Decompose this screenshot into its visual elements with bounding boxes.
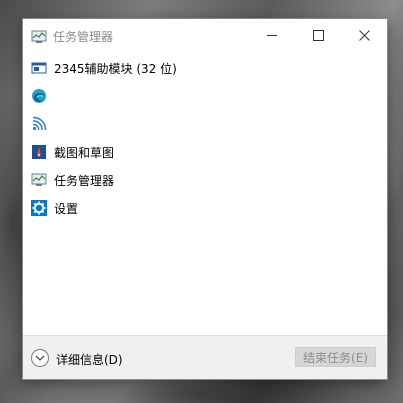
end-task-button[interactable]: 结束任务(E)	[295, 347, 376, 367]
list-item-snip-sketch[interactable]: 截图和草图	[23, 138, 387, 166]
maximize-icon	[312, 30, 324, 41]
2345-module-icon	[31, 60, 47, 76]
maximize-button[interactable]	[295, 19, 341, 51]
close-button[interactable]	[341, 19, 387, 51]
chevron-down-icon	[31, 349, 49, 367]
window-title: 任务管理器	[53, 30, 114, 44]
wifi-broadcast-icon	[31, 116, 47, 132]
close-icon	[358, 30, 370, 41]
list-item-settings[interactable]: 设置	[23, 194, 387, 222]
snip-sketch-icon	[31, 144, 47, 160]
minimize-button[interactable]	[249, 19, 295, 51]
list-item-task-manager[interactable]: 任务管理器	[23, 166, 387, 194]
title-bar[interactable]: 任务管理器	[23, 19, 387, 53]
more-details-label: 详细信息(D)	[56, 353, 123, 367]
minimize-icon	[267, 35, 277, 36]
app-label: 2345辅助模块 (32 位)	[54, 62, 177, 76]
app-label: 设置	[54, 202, 79, 216]
list-item-wifi[interactable]	[23, 110, 387, 138]
app-label: 截图和草图	[54, 146, 115, 160]
app-list: 2345辅助模块 (32 位) 截图和草图 任务管理器 设置	[23, 54, 387, 222]
footer-bar: 详细信息(D) 结束任务(E)	[23, 335, 387, 379]
settings-gear-icon	[31, 200, 47, 216]
app-label: 任务管理器	[54, 174, 115, 188]
task-manager-icon	[31, 29, 47, 45]
list-item-edge[interactable]	[23, 82, 387, 110]
edge-icon	[31, 88, 47, 104]
task-manager-window: 任务管理器 2345辅助模块 (32 位) 截图和草图 任务管理器 设置 详细信…	[23, 19, 387, 379]
list-item-2345-module[interactable]: 2345辅助模块 (32 位)	[23, 54, 387, 82]
task-manager-icon	[31, 172, 47, 188]
